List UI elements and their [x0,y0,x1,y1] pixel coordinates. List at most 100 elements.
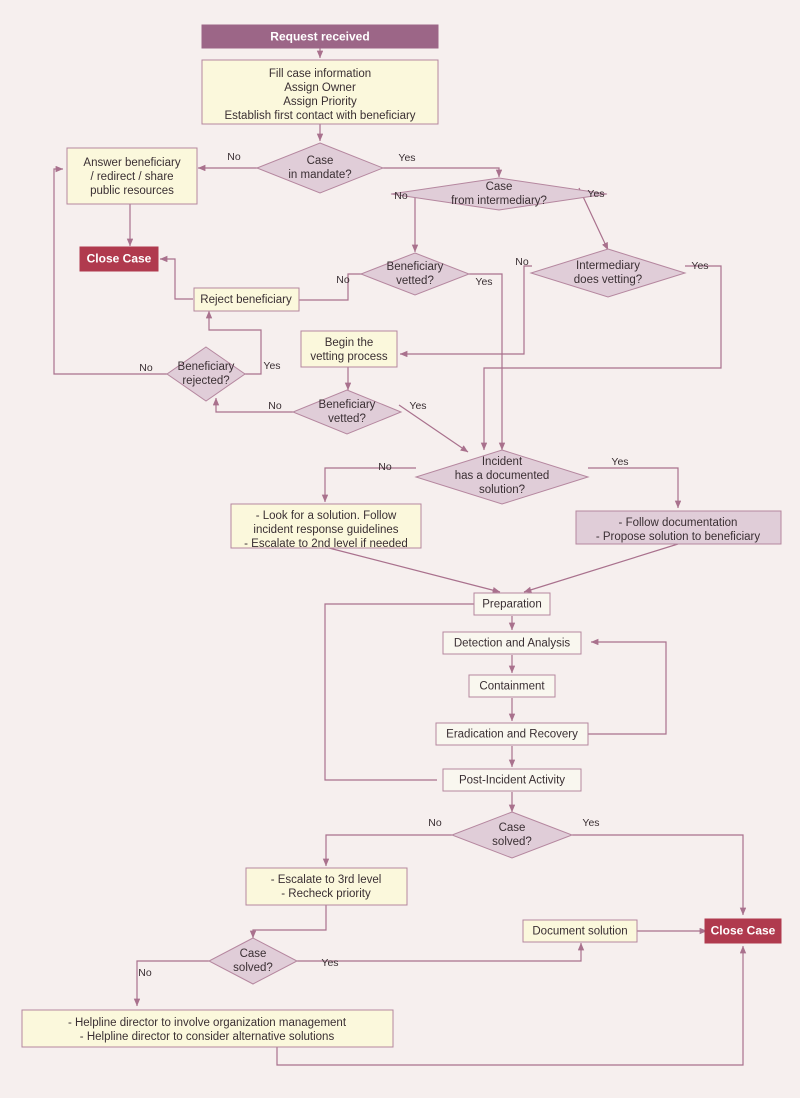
edge-look-to-preparation [324,546,501,594]
node-beneficiary-vetted-2-line-1: Beneficiary [319,399,376,411]
node-case-solved-1-line-2: solved? [492,836,532,848]
node-detection-and-analysis[interactable]: Detection and Analysis [442,631,582,655]
node-incident-documented-line-2: has a documented [455,470,550,482]
node-case-solved-2[interactable]: Case solved? [207,937,299,985]
edge-mandate-yes [383,167,503,178]
node-beneficiary-vetted-1-line-2: vetted? [396,275,434,287]
node-incident-documented-line-1: Incident [482,456,523,468]
edge-solved1-no [322,834,452,867]
edge-solved2-yes [297,942,585,962]
edge-vetted2-yes [398,404,469,453]
node-close-case-top[interactable]: Close Case [79,246,159,272]
node-look-for-solution-line-1: - Look for a solution. Follow [256,510,397,522]
node-intermediary-does-vetting[interactable]: Intermediary does vetting? [529,248,687,298]
node-look-for-solution[interactable]: - Look for a solution. Follow incident r… [230,503,422,550]
node-containment[interactable]: Containment [468,674,556,698]
node-look-for-solution-line-3: - Escalate to 2nd level if needed [244,538,408,550]
edge-label-solved2-no: No [138,967,152,979]
edge-label-rejected-yes: Yes [263,360,280,372]
node-detection-and-analysis-label: Detection and Analysis [454,638,571,650]
node-beneficiary-vetted-2-line-2: vetted? [328,413,366,425]
edge-label-interm-vetting-no: No [515,256,529,268]
node-helpline-director[interactable]: - Helpline director to involve organizat… [21,1009,394,1048]
node-beneficiary-rejected-line-2: rejected? [182,375,229,387]
edge-documented-no [321,467,416,503]
node-escalate-3rd-level[interactable]: - Escalate to 3rd level - Recheck priori… [245,867,408,906]
edge-label-mandate-yes: Yes [398,152,415,164]
node-fill-case-line-3: Assign Priority [283,96,357,108]
edge-label-documented-yes: Yes [611,456,628,468]
node-escalate-3rd-level-line-1: - Escalate to 3rd level [271,874,382,886]
node-follow-documentation[interactable]: - Follow documentation - Propose solutio… [575,510,782,545]
node-begin-vetting-line-2: vetting process [310,351,388,363]
node-beneficiary-rejected[interactable]: Beneficiary rejected? [166,346,246,402]
node-beneficiary-vetted-2[interactable]: Beneficiary vetted? [291,389,403,435]
node-reject-beneficiary-label: Reject beneficiary [200,294,292,306]
node-answer-beneficiary-line-2: / redirect / share [90,171,173,183]
edge-label-vetted2-yes: Yes [409,400,426,412]
node-containment-label: Containment [479,681,545,693]
node-eradication-and-recovery[interactable]: Eradication and Recovery [435,722,589,746]
node-follow-documentation-line-2: - Propose solution to beneficiary [596,531,761,543]
node-escalate-3rd-level-line-2: - Recheck priority [281,888,371,900]
node-preparation[interactable]: Preparation [473,592,551,616]
flowchart-svg: Request received Fill case information A… [21,24,782,1066]
node-beneficiary-vetted-1[interactable]: Beneficiary vetted? [359,252,471,296]
node-fill-case-line-2: Assign Owner [284,82,356,94]
node-intermediary-does-vetting-line-2: does vetting? [574,274,642,286]
edge-label-solved2-yes: Yes [321,957,338,969]
node-beneficiary-rejected-line-1: Beneficiary [178,361,235,373]
edge-label-rejected-no: No [139,362,153,374]
edge-escalate-to-solved2 [249,905,327,939]
node-case-in-mandate[interactable]: Case in mandate? [255,142,385,194]
node-document-solution-label: Document solution [532,926,627,938]
node-incident-documented-line-3: solution? [479,484,525,496]
node-begin-vetting-process[interactable]: Begin the vetting process [300,330,398,368]
node-begin-vetting-line-1: Begin the [325,337,374,349]
edge-label-vetted2-no: No [268,400,282,412]
node-post-incident-activity[interactable]: Post-Incident Activity [442,768,582,792]
edge-preparation-rail [324,603,475,781]
node-answer-beneficiary[interactable]: Answer beneficiary / redirect / share pu… [66,147,198,205]
node-case-solved-2-line-2: solved? [233,962,273,974]
node-reject-beneficiary[interactable]: Reject beneficiary [193,287,300,312]
edge-label-documented-no: No [378,461,392,473]
node-intermediary-does-vetting-line-1: Intermediary [576,260,640,272]
flowchart-canvas: Request received Fill case information A… [0,0,800,1098]
node-close-case-top-label: Close Case [87,252,152,266]
edge-solved1-yes [572,834,747,916]
node-document-solution[interactable]: Document solution [522,919,638,943]
node-case-from-intermediary[interactable]: Case from intermediary? [390,177,608,211]
node-case-from-intermediary-line-2: from intermediary? [451,195,547,207]
edge-eradication-loop [584,638,667,735]
node-eradication-and-recovery-label: Eradication and Recovery [446,729,578,741]
edge-label-vetted1-yes: Yes [475,276,492,288]
edge-label-interm-vetting-yes: Yes [691,260,708,272]
edge-documented-yes [588,467,682,509]
edge-reject-to-close [159,255,193,300]
node-close-case-bottom[interactable]: Close Case [704,918,782,944]
edge-label-vetted1-no: No [336,274,350,286]
edge-label-intermediary-no: No [394,190,408,202]
edge-label-mandate-no: No [227,151,241,163]
node-fill-case-line-1: Fill case information [269,68,371,80]
node-follow-documentation-line-1: - Follow documentation [619,517,738,529]
node-answer-beneficiary-line-3: public resources [90,185,174,197]
node-look-for-solution-line-2: incident response guidelines [253,524,398,536]
node-case-from-intermediary-line-1: Case [486,181,513,193]
node-case-solved-1-line-1: Case [499,822,526,834]
node-case-solved-1[interactable]: Case solved? [450,811,574,859]
edge-label-solved1-yes: Yes [582,817,599,829]
node-helpline-director-line-2: - Helpline director to consider alternat… [80,1031,335,1043]
node-case-in-mandate-line-1: Case [307,155,334,167]
node-case-solved-2-line-1: Case [240,948,267,960]
node-helpline-director-line-1: - Helpline director to involve organizat… [68,1017,347,1029]
node-fill-case-line-4: Establish first contact with beneficiary [224,110,415,122]
node-request-received-label: Request received [270,30,369,44]
node-request-received[interactable]: Request received [201,24,439,49]
edge-follow-to-preparation [523,543,679,593]
node-beneficiary-vetted-1-line-1: Beneficiary [387,261,444,273]
node-case-in-mandate-line-2: in mandate? [288,169,351,181]
node-fill-case-information[interactable]: Fill case information Assign Owner Assig… [201,59,439,125]
node-incident-documented-solution[interactable]: Incident has a documented solution? [414,449,590,505]
